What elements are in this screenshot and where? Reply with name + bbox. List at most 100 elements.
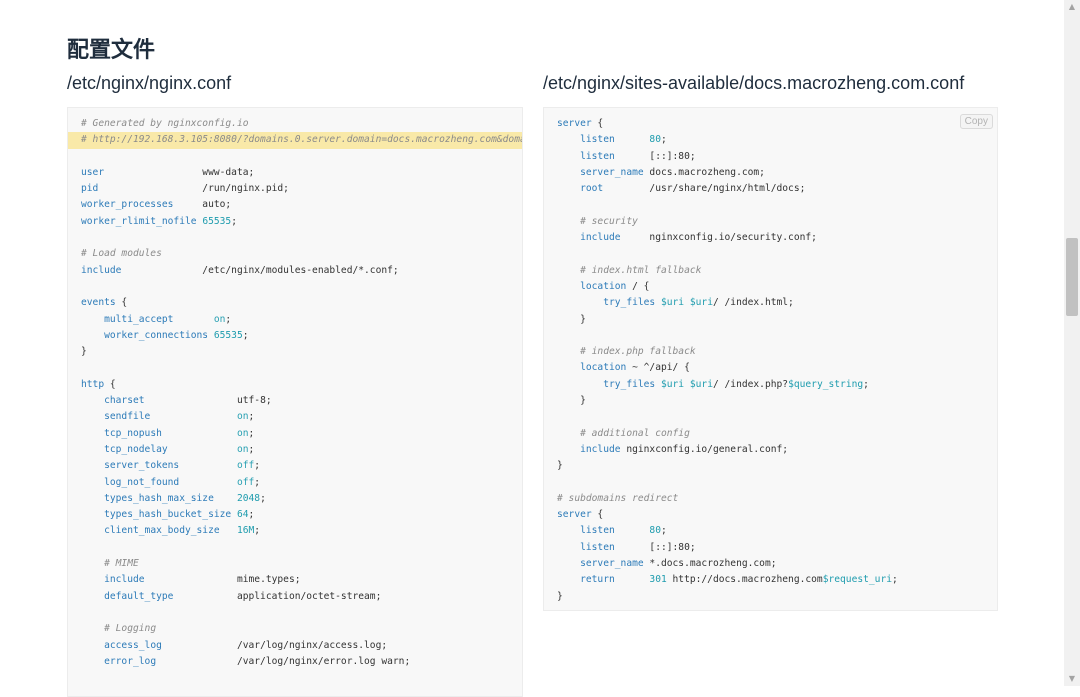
code-token: www-data; bbox=[104, 166, 255, 178]
code-line: ​ bbox=[557, 409, 898, 425]
code-line: listen 80; bbox=[557, 132, 898, 148]
code-token: application/octet-stream; bbox=[173, 590, 382, 602]
code-token: types_hash_bucket_size bbox=[104, 509, 232, 521]
code-line: server_name *.docs.macrozheng.com; bbox=[557, 556, 898, 572]
code-line: ​ bbox=[557, 246, 898, 262]
code-token: try_files bbox=[603, 378, 656, 390]
code-line: } bbox=[557, 458, 898, 474]
code-token: sendfile bbox=[104, 411, 151, 423]
code-token: # Generated by nginxconfig.io bbox=[81, 118, 249, 129]
code-line: ​ bbox=[557, 197, 898, 213]
code-token: ; bbox=[254, 476, 261, 488]
code-token: ; bbox=[248, 509, 255, 521]
code-token: multi_accept bbox=[104, 313, 174, 325]
code-token: # additional config bbox=[580, 427, 690, 439]
code-line: include mime.types; bbox=[81, 572, 522, 588]
code-token: /var/log/nginx/error.log warn; bbox=[156, 655, 411, 667]
code-line: } bbox=[557, 312, 898, 328]
code-line: worker_rlimit_nofile 65535; bbox=[81, 214, 522, 230]
scroll-up-arrow-icon[interactable]: ▲ bbox=[1064, 0, 1080, 14]
code-token: [::]:80; bbox=[614, 541, 696, 553]
code-line: ​ bbox=[81, 149, 522, 165]
code-line: default_type application/octet-stream; bbox=[81, 589, 522, 605]
code-token: access_log bbox=[104, 639, 162, 651]
code-line: # Logging bbox=[81, 621, 522, 637]
scroll-down-arrow-icon[interactable]: ▼ bbox=[1064, 672, 1080, 686]
code-token: events bbox=[81, 297, 116, 309]
code-token: 65535 bbox=[213, 329, 243, 341]
code-token: # index.php fallback bbox=[580, 346, 696, 358]
vertical-scrollbar[interactable]: ▲ ▼ bbox=[1064, 0, 1080, 686]
code-token: client_max_body_size bbox=[104, 525, 220, 537]
code-line: # index.php fallback bbox=[557, 344, 898, 360]
code-line: try_files $uri $uri/ /index.html; bbox=[557, 295, 898, 311]
code-line: tcp_nodelay on; bbox=[81, 442, 522, 458]
code-token: } bbox=[557, 313, 586, 325]
code-token: server_name bbox=[580, 558, 644, 570]
code-line: listen 80; bbox=[557, 523, 898, 539]
copy-button[interactable]: Copy bbox=[959, 114, 993, 129]
code-token: 64 bbox=[236, 509, 249, 521]
code-token: charset bbox=[104, 395, 145, 407]
code-line: types_hash_max_size 2048; bbox=[81, 491, 522, 507]
code-token: off bbox=[236, 460, 255, 472]
code-token: $query_string bbox=[788, 378, 864, 390]
code-token: server bbox=[557, 509, 592, 521]
code-line: events { bbox=[81, 295, 522, 311]
code-token: / /index.html; bbox=[712, 297, 794, 309]
section-title: 配置文件 bbox=[67, 38, 156, 63]
code-token: worker_processes bbox=[81, 199, 174, 211]
code-block-nginx-conf[interactable]: # Generated by nginxconfig.io # http://19… bbox=[67, 107, 523, 697]
code-token: /var/log/nginx/access.log; bbox=[161, 639, 388, 651]
code-token: listen bbox=[580, 541, 615, 553]
scrollbar-thumb[interactable] bbox=[1066, 238, 1078, 316]
code-line: ​ bbox=[81, 360, 522, 376]
code-line: } bbox=[557, 393, 898, 409]
code-token: / /index.php? bbox=[712, 378, 789, 390]
code-token: on bbox=[236, 411, 249, 423]
code-line: # Generated by nginxconfig.io bbox=[81, 116, 522, 132]
code-token: $uri $uri bbox=[660, 297, 713, 309]
code-token: /run/nginx.pid; bbox=[98, 183, 289, 195]
code-token: ; bbox=[660, 525, 667, 537]
code-block-site-conf[interactable]: server { listen 80; listen [::]:80; serv… bbox=[543, 107, 998, 611]
code-line: ​ bbox=[557, 328, 898, 344]
code-token: nginxconfig.io/security.conf; bbox=[620, 232, 817, 244]
code-token: ; bbox=[260, 492, 266, 504]
code-token: } bbox=[557, 395, 586, 407]
code-token: # subdomains redirect bbox=[557, 492, 679, 504]
code-token: worker_connections bbox=[104, 329, 209, 341]
code-token: { bbox=[591, 509, 604, 521]
code-line: worker_processes auto; bbox=[81, 197, 522, 213]
code-token: user bbox=[81, 166, 105, 178]
code-token: ~ ^/api/ { bbox=[626, 362, 690, 374]
code-token: on bbox=[236, 427, 249, 439]
code-line: log_not_found off; bbox=[81, 475, 522, 491]
code-token: ; bbox=[248, 427, 255, 439]
code-token: listen bbox=[580, 525, 615, 537]
code-token: } bbox=[81, 346, 87, 358]
code-line: pid /run/nginx.pid; bbox=[81, 181, 522, 197]
code-token: ; bbox=[660, 134, 667, 146]
code-line: include nginxconfig.io/general.conf; bbox=[557, 442, 898, 458]
code-token: types_hash_max_size bbox=[104, 492, 214, 504]
code-line: sendfile on; bbox=[81, 409, 522, 425]
